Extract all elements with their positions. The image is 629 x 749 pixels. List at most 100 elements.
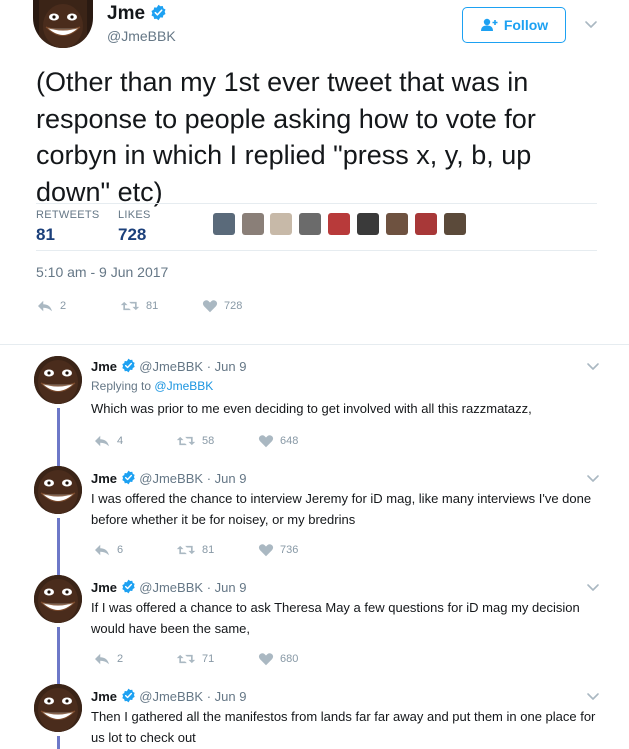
- reply-avatar[interactable]: [34, 684, 82, 732]
- liker-avatar[interactable]: [357, 213, 379, 235]
- follow-person-icon: [480, 18, 498, 31]
- reply-count: 6: [117, 544, 124, 556]
- reply-icon: [93, 652, 111, 666]
- reply-author-name[interactable]: Jme: [91, 580, 117, 595]
- liker-avatar[interactable]: [213, 213, 235, 235]
- reply-avatar[interactable]: [34, 466, 82, 514]
- reply-author-name[interactable]: Jme: [91, 689, 117, 704]
- liker-avatar[interactable]: [386, 213, 408, 235]
- reply-icon: [36, 299, 54, 313]
- heart-icon: [202, 299, 218, 313]
- reply-text: I was offered the chance to interview Je…: [91, 491, 592, 527]
- reply-tweet[interactable]: Jme @JmeBBK · Jun 9 I was offered the ch…: [0, 466, 629, 576]
- reply-action[interactable]: 2: [93, 652, 123, 666]
- reply-author-handle[interactable]: @JmeBBK: [139, 580, 203, 595]
- like-action[interactable]: 736: [258, 543, 298, 557]
- like-action[interactable]: 680: [258, 652, 298, 666]
- reply-author-handle[interactable]: @JmeBBK: [139, 359, 203, 374]
- like-count: 680: [280, 653, 299, 665]
- replying-to: Replying to @JmeBBK: [91, 379, 213, 393]
- stats-divider-top: [36, 203, 597, 204]
- replying-to-link[interactable]: @JmeBBK: [154, 379, 213, 393]
- verified-icon: [121, 688, 136, 703]
- like-count: 736: [280, 544, 299, 556]
- reply-header: Jme @JmeBBK · Jun 9: [91, 688, 246, 704]
- retweet-count: 58: [202, 435, 215, 447]
- retweet-icon: [176, 543, 196, 557]
- reply-avatar[interactable]: [34, 356, 82, 404]
- verified-icon: [121, 358, 136, 373]
- verified-icon: [121, 470, 136, 485]
- tweet-text: (Other than my 1st ever tweet that was i…: [36, 67, 536, 207]
- reply-action[interactable]: 4: [93, 434, 123, 448]
- thread-line: [57, 627, 60, 685]
- reply-author-handle[interactable]: @JmeBBK: [139, 689, 203, 704]
- tweet-timestamp[interactable]: 5:10 am - 9 Jun 2017: [36, 264, 168, 280]
- reply-icon: [93, 434, 111, 448]
- reply-tweet[interactable]: Jme @JmeBBK · Jun 9 Replying to @JmeBBK …: [0, 356, 629, 466]
- reply-tweet[interactable]: Jme @JmeBBK · Jun 9 Then I gathered all …: [0, 684, 629, 749]
- reply-icon: [93, 543, 111, 557]
- reply-avatar[interactable]: [34, 575, 82, 623]
- replying-to-prefix: Replying to: [91, 379, 152, 393]
- heart-icon: [258, 543, 274, 557]
- author-name[interactable]: Jme: [107, 3, 145, 24]
- retweet-count: 81: [146, 300, 159, 312]
- heart-icon: [258, 652, 274, 666]
- follow-button[interactable]: Follow: [462, 7, 566, 43]
- retweet-count: 71: [202, 653, 215, 665]
- chevron-down-icon[interactable]: [586, 362, 600, 372]
- liker-avatar[interactable]: [328, 213, 350, 235]
- author-handle[interactable]: @JmeBBK: [107, 28, 176, 44]
- reply-action[interactable]: 2: [36, 299, 66, 313]
- liker-avatar[interactable]: [242, 213, 264, 235]
- liker-avatar[interactable]: [444, 213, 466, 235]
- reply-action[interactable]: 6: [93, 543, 123, 557]
- reply-date[interactable]: · Jun 9: [207, 471, 247, 486]
- reply-author-name[interactable]: Jme: [91, 471, 117, 486]
- reply-date[interactable]: · Jun 9: [207, 359, 247, 374]
- liker-avatar[interactable]: [299, 213, 321, 235]
- liker-avatar[interactable]: [415, 213, 437, 235]
- thread-divider: [0, 344, 629, 345]
- retweet-icon: [176, 652, 196, 666]
- retweets-value: 81: [36, 225, 55, 244]
- retweet-action[interactable]: 81: [120, 299, 158, 313]
- like-count: 648: [280, 435, 299, 447]
- retweet-action[interactable]: 58: [176, 434, 214, 448]
- like-count: 728: [224, 300, 243, 312]
- reply-author-name[interactable]: Jme: [91, 359, 117, 374]
- reply-count: 2: [60, 300, 67, 312]
- reply-date[interactable]: · Jun 9: [207, 580, 247, 595]
- author-avatar[interactable]: [33, 0, 93, 48]
- heart-icon: [258, 434, 274, 448]
- like-action[interactable]: 648: [258, 434, 298, 448]
- retweets-label: RETWEETS: [36, 209, 100, 221]
- chevron-down-icon[interactable]: [586, 474, 600, 484]
- stats-divider-bottom: [36, 250, 597, 251]
- likes-stat[interactable]: LIKES 728: [118, 209, 151, 245]
- thread-line: [57, 408, 60, 466]
- retweet-action[interactable]: 81: [176, 543, 214, 557]
- reply-tweet[interactable]: Jme @JmeBBK · Jun 9 If I was offered a c…: [0, 575, 629, 685]
- verified-icon: [150, 4, 167, 21]
- chevron-down-icon[interactable]: [586, 583, 600, 593]
- reply-text: Then I gathered all the manifestos from …: [91, 709, 596, 745]
- reply-header: Jme @JmeBBK · Jun 9: [91, 470, 246, 486]
- retweet-action[interactable]: 71: [176, 652, 214, 666]
- retweet-icon: [176, 434, 196, 448]
- thread-line: [57, 518, 60, 576]
- chevron-down-icon[interactable]: [584, 20, 598, 30]
- reply-count: 2: [117, 653, 124, 665]
- likes-value: 728: [118, 225, 147, 244]
- reply-author-handle[interactable]: @JmeBBK: [139, 471, 203, 486]
- reply-text: If I was offered a chance to ask Theresa…: [91, 600, 580, 636]
- reply-date[interactable]: · Jun 9: [207, 689, 247, 704]
- likes-label: LIKES: [118, 209, 151, 221]
- retweets-stat[interactable]: RETWEETS 81: [36, 209, 100, 245]
- liker-avatar[interactable]: [270, 213, 292, 235]
- author-name-row[interactable]: Jme: [107, 3, 167, 25]
- chevron-down-icon[interactable]: [586, 692, 600, 702]
- like-action[interactable]: 728: [202, 299, 242, 313]
- reply-count: 4: [117, 435, 124, 447]
